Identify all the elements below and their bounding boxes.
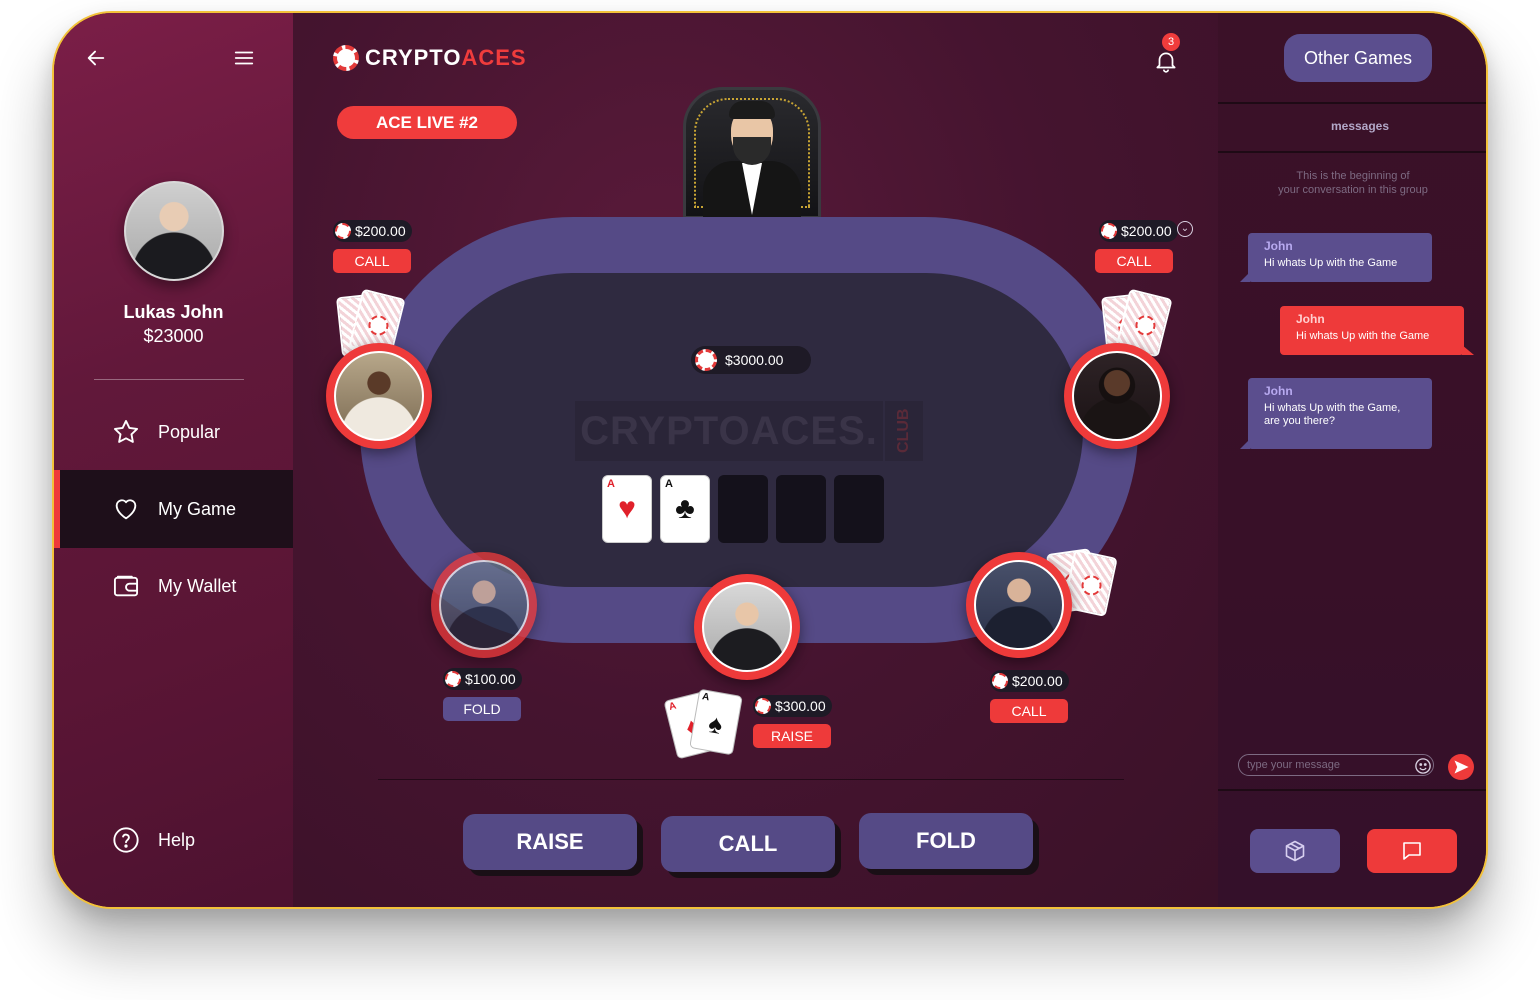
player-bet: $200.00 [333,220,412,242]
sidebar-divider [94,379,244,380]
player-action-badge: CALL [1095,249,1173,273]
room-badge: ACE LIVE #2 [337,106,517,139]
chat-button[interactable] [1367,829,1457,873]
player-avatar [439,560,529,650]
chip-icon [335,223,351,239]
sidebar-item-popular[interactable]: Popular [54,393,293,471]
player-seat-bottom-right[interactable] [966,552,1072,658]
message-input[interactable] [1238,754,1434,776]
sidebar-item-label: Help [158,829,196,850]
player-bet: $200.00 [990,670,1069,692]
messages-title: messages [1330,119,1390,133]
emoji-icon[interactable] [1414,757,1432,775]
user-balance: $23000 [143,326,204,346]
chat-message: John Hi whats Up with the Game [1240,233,1432,282]
send-icon [1454,760,1469,774]
cube-icon [1285,840,1305,862]
wallet-icon [113,575,139,597]
board-card-hidden [718,475,768,543]
chat-divider [1218,151,1486,153]
chip-icon [695,349,717,371]
chat-message: John Hi whats Up with the Game, are you … [1240,378,1432,449]
chevron-down-icon[interactable]: ⌄ [1177,221,1193,237]
player-avatar [974,560,1064,650]
chip-icon [992,673,1008,689]
sidebar-item-label: My Wallet [158,575,237,596]
chip-icon [755,698,771,714]
call-button[interactable]: CALL [661,816,835,872]
player-avatar [702,582,792,672]
help-circle-icon [113,827,139,853]
chip-icon [1101,223,1117,239]
user-name: Lukas John [123,302,224,322]
board-card-hidden [834,475,884,543]
inventory-button[interactable] [1250,829,1340,873]
board-card: A ♥ [602,475,652,543]
table-watermark: CRYPTOACES. CLUB [575,401,923,461]
fold-button[interactable]: FOLD [859,813,1033,869]
player-avatar [1072,351,1162,441]
chat-panel: Other Games messages This is the beginni… [1218,13,1486,907]
hole-card: A ♠ [689,688,743,756]
chat-divider [1218,789,1486,791]
player-seat-left[interactable] [326,343,432,449]
game-area: CRYPTOACES 3 ACE LIVE #2 CRYPTOACES. CLU… [293,13,1218,907]
player-action-badge: CALL [990,699,1068,723]
player-seat-right[interactable] [1064,343,1170,449]
chat-message: John Hi whats Up with the Game [1280,306,1474,355]
raise-button[interactable]: RAISE [463,814,637,870]
send-button[interactable] [1448,754,1474,780]
back-arrow-icon[interactable] [84,47,108,69]
player-avatar [334,351,424,441]
app-window: Lukas John $23000 Popular My Game My Wal… [52,11,1488,909]
sidebar: Lukas John $23000 Popular My Game My Wal… [54,13,293,907]
bell-icon[interactable] [1153,47,1179,75]
sidebar-item-my-wallet[interactable]: My Wallet [54,547,293,625]
player-seat-me[interactable] [694,574,800,680]
player-seat-bottom-left[interactable] [431,552,537,658]
chip-icon [445,671,461,687]
sidebar-item-my-game[interactable]: My Game [54,470,293,548]
player-bet: $200.00 [1099,220,1178,242]
logo-text: CRYPTOACES [365,45,527,70]
player-bet: $100.00 [443,668,522,690]
sidebar-item-label: Popular [158,421,221,442]
chat-bubble-icon [1403,842,1421,860]
chat-divider [1218,102,1486,104]
poker-chip-icon [333,45,359,71]
notification-badge: 3 [1162,33,1180,51]
player-action-badge: FOLD [443,697,521,721]
user-avatar[interactable] [124,181,224,281]
heart-icon [115,499,137,520]
hamburger-menu-icon[interactable] [232,47,256,69]
other-games-button[interactable]: Other Games [1284,34,1432,82]
player-bet: $300.00 [753,695,832,717]
controls-divider [378,779,1124,780]
player-action-badge: CALL [333,249,411,273]
sidebar-item-help[interactable]: Help [54,801,293,879]
dealer-hair [729,101,775,119]
app-logo[interactable]: CRYPTOACES [333,45,527,71]
star-icon [113,419,139,443]
board-card-hidden [776,475,826,543]
sidebar-item-label: My Game [158,498,237,519]
board-card: A ♣ [660,475,710,543]
player-action-badge: RAISE [753,724,831,748]
pot-amount: $3000.00 [691,346,811,374]
conversation-intro: This is the beginning of your conversati… [1278,170,1428,196]
